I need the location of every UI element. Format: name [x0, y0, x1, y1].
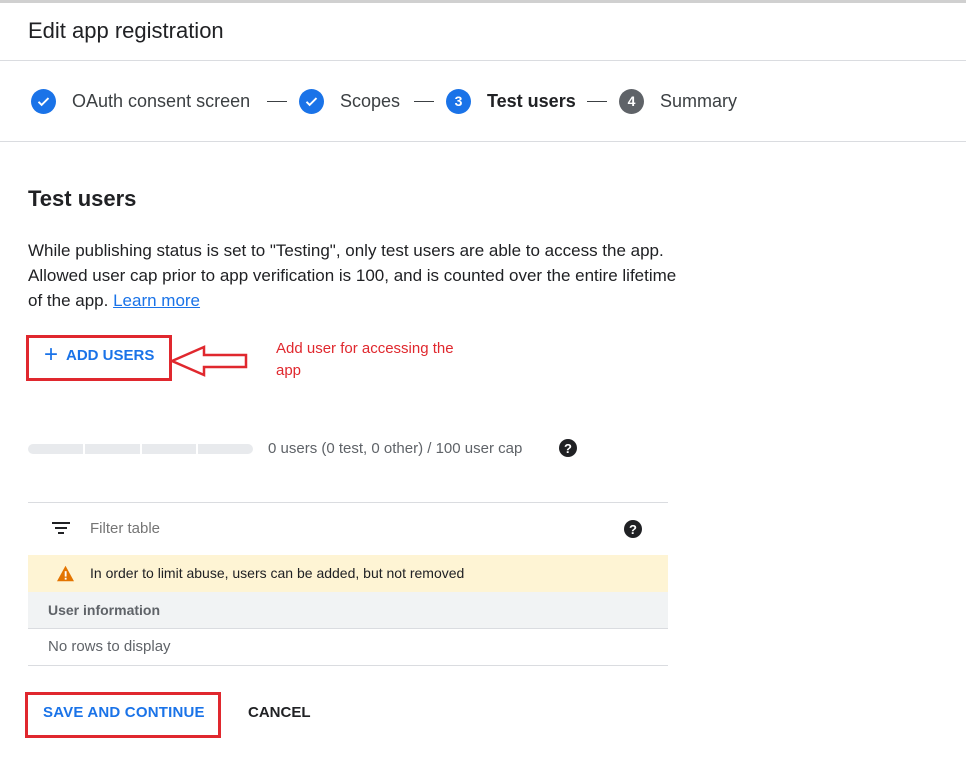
table-header-row: User information	[28, 592, 668, 629]
section-description: While publishing status is set to "Testi…	[28, 238, 678, 313]
annotation-arrow-icon	[170, 345, 248, 377]
step-label: Test users	[487, 90, 576, 111]
plus-icon: +	[44, 341, 59, 368]
help-icon[interactable]: ?	[559, 439, 577, 457]
progress-segment-divider	[83, 444, 85, 454]
section-title: Test users	[28, 186, 137, 211]
user-cap-progress-bar	[28, 444, 253, 454]
step-label: Scopes	[340, 90, 401, 111]
page-header: Edit app registration	[0, 3, 966, 61]
check-icon	[31, 88, 56, 114]
stepper: OAuth consent screen Scopes 3 Test users…	[0, 61, 966, 142]
help-icon[interactable]: ?	[624, 520, 642, 538]
user-cap-text: 0 users (0 test, 0 other) / 100 user cap	[268, 440, 523, 457]
save-and-continue-button[interactable]: SAVE AND CONTINUE	[43, 704, 205, 721]
page-title: Edit app registration	[28, 18, 224, 43]
annotation-text: Add user for accessing the app	[276, 340, 454, 379]
empty-table-message: No rows to display	[48, 638, 171, 655]
column-header-user-information[interactable]: User information	[48, 602, 160, 618]
step-connector	[414, 101, 434, 102]
warning-icon	[57, 565, 74, 582]
step-label: Summary	[660, 90, 738, 111]
step-test-users[interactable]: 3 Test users	[446, 88, 576, 114]
test-users-table: ? In order to limit abuse, users can be …	[28, 502, 668, 666]
add-users-button[interactable]: + ADD USERS	[44, 341, 155, 368]
step-number-badge: 4	[619, 88, 644, 114]
step-scopes[interactable]: Scopes	[299, 88, 400, 114]
step-connector	[587, 101, 607, 102]
step-connector	[267, 101, 287, 102]
step-summary[interactable]: 4 Summary	[619, 88, 737, 114]
step-number-badge: 3	[446, 88, 471, 114]
step-oauth-consent[interactable]: OAuth consent screen	[31, 88, 250, 114]
filter-icon	[52, 522, 72, 536]
step-label: OAuth consent screen	[72, 90, 251, 111]
cancel-button[interactable]: CANCEL	[248, 704, 311, 721]
filter-input[interactable]	[90, 518, 590, 538]
check-icon	[299, 88, 324, 114]
progress-segment-divider	[140, 444, 142, 454]
warning-text: In order to limit abuse, users can be ad…	[90, 565, 465, 581]
filter-row: ?	[28, 503, 668, 554]
add-users-label: ADD USERS	[66, 346, 155, 364]
warning-banner: In order to limit abuse, users can be ad…	[28, 555, 668, 592]
progress-segment-divider	[196, 444, 198, 454]
learn-more-link[interactable]: Learn more	[113, 291, 200, 310]
